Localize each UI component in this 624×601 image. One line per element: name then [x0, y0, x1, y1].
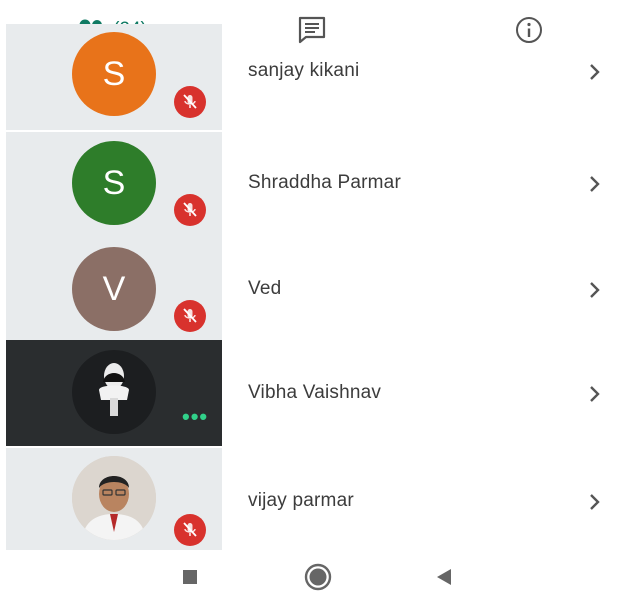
avatar-initial: V [102, 269, 126, 308]
more-options-icon[interactable]: ••• [182, 404, 208, 430]
participant-name: sanjay kikani [248, 60, 360, 81]
chevron-right-icon [590, 386, 600, 402]
participant-list: S sanjay kikani S Shraddha Parmar V Ved … [0, 24, 624, 550]
participant-tile: V [6, 238, 222, 344]
avatar-photo [72, 456, 156, 540]
system-nav-bar [0, 552, 624, 601]
participant-video-tile: ••• [6, 340, 222, 446]
participant-tile: S [6, 132, 222, 238]
chevron-right-icon [590, 64, 600, 80]
chevron-right-icon [590, 282, 600, 298]
participant-name: Ved [248, 278, 282, 299]
mic-off-icon [174, 300, 206, 332]
video-feed [72, 350, 156, 434]
chevron-right-icon [590, 176, 600, 192]
avatar: S [72, 32, 156, 116]
participant-name: Shraddha Parmar [248, 172, 401, 193]
participant-tile [6, 448, 222, 550]
mic-off-icon [174, 194, 206, 226]
chevron-right-icon [590, 494, 600, 510]
mic-off-icon [174, 514, 206, 546]
participant-name: Vibha Vaishnav [248, 382, 382, 403]
home-button[interactable] [288, 552, 348, 601]
participant-row[interactable]: vijay parmar [0, 448, 624, 554]
participant-row[interactable]: S Shraddha Parmar [0, 132, 624, 238]
participant-row[interactable]: ••• Vibha Vaishnav [0, 340, 624, 446]
circle-icon [304, 563, 332, 590]
avatar: S [72, 141, 156, 225]
participant-row[interactable]: S sanjay kikani [0, 24, 624, 130]
recents-button[interactable] [160, 552, 220, 601]
participant-name: vijay parmar [248, 490, 354, 511]
avatar-initial: S [102, 163, 126, 202]
avatar: V [72, 247, 156, 331]
square-icon [183, 569, 197, 584]
participant-row[interactable]: V Ved [0, 238, 624, 344]
avatar-initial: S [102, 54, 126, 93]
back-button[interactable] [414, 552, 474, 601]
triangle-back-icon [437, 568, 451, 585]
participant-tile: S [6, 24, 222, 130]
mic-off-icon [174, 86, 206, 118]
